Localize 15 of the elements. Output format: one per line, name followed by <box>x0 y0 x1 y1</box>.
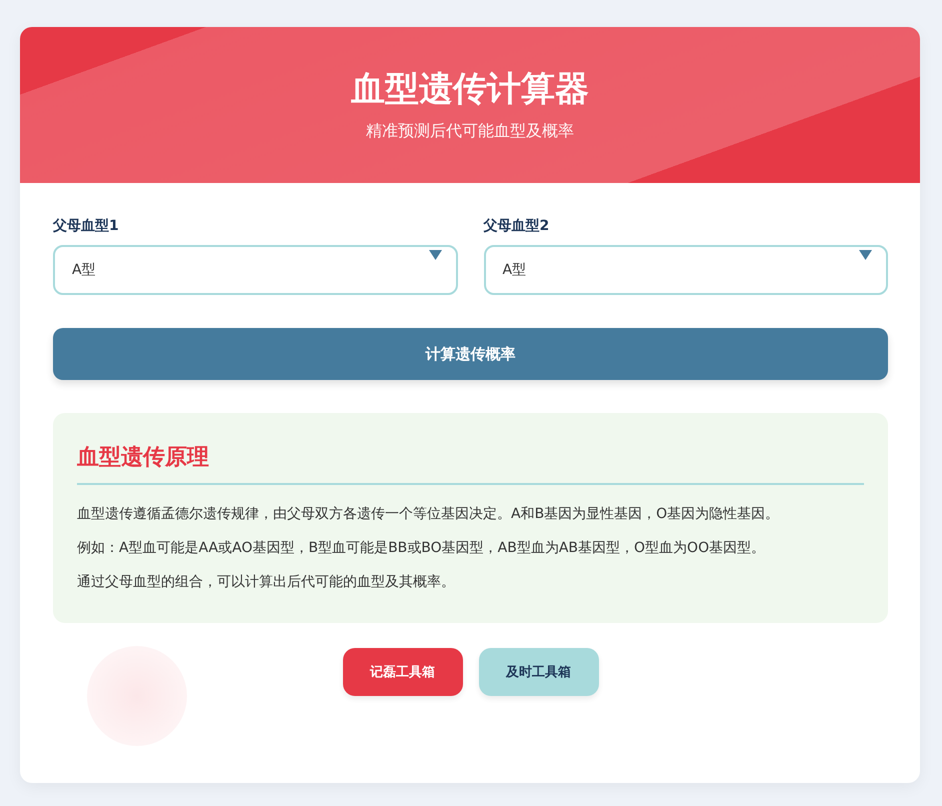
info-title: 血型遗传原理 <box>77 443 864 485</box>
caret-icon <box>859 250 872 260</box>
blood-type-select[interactable]: A型 <box>53 245 458 295</box>
info-paragraph: 血型遗传遵循孟德尔遗传规律，由父母双方各遗传一个等位基因决定。A和B基因为显性基因，O基因为隐性基因。 <box>77 505 780 524</box>
info-paragraph: 通过父母血型的组合，可以计算出后代可能的血型及其概率。 <box>77 573 456 592</box>
toolbox-button[interactable]: 记磊工具箱 <box>342 648 462 696</box>
caret-icon <box>428 250 442 260</box>
blood-type-select[interactable]: A型 <box>484 245 888 295</box>
calculate-button[interactable]: 计算遗传概率 <box>53 328 888 380</box>
page-subtitle: 精准预测后代可能血型及概率 <box>365 121 575 142</box>
field-label: 父母血型2 <box>484 217 550 235</box>
info-paragraph: 例如：A型血可能是AA或AO基因型，B型血可能是BB或BO基因型，AB型血为AB基因型，O型血为OO基因型。 <box>77 539 766 558</box>
toolbox-button[interactable]: 及时工具箱 <box>478 648 598 696</box>
field-label: 父母血型1 <box>53 217 120 235</box>
page-title: 血型遗传计算器 <box>350 68 590 111</box>
